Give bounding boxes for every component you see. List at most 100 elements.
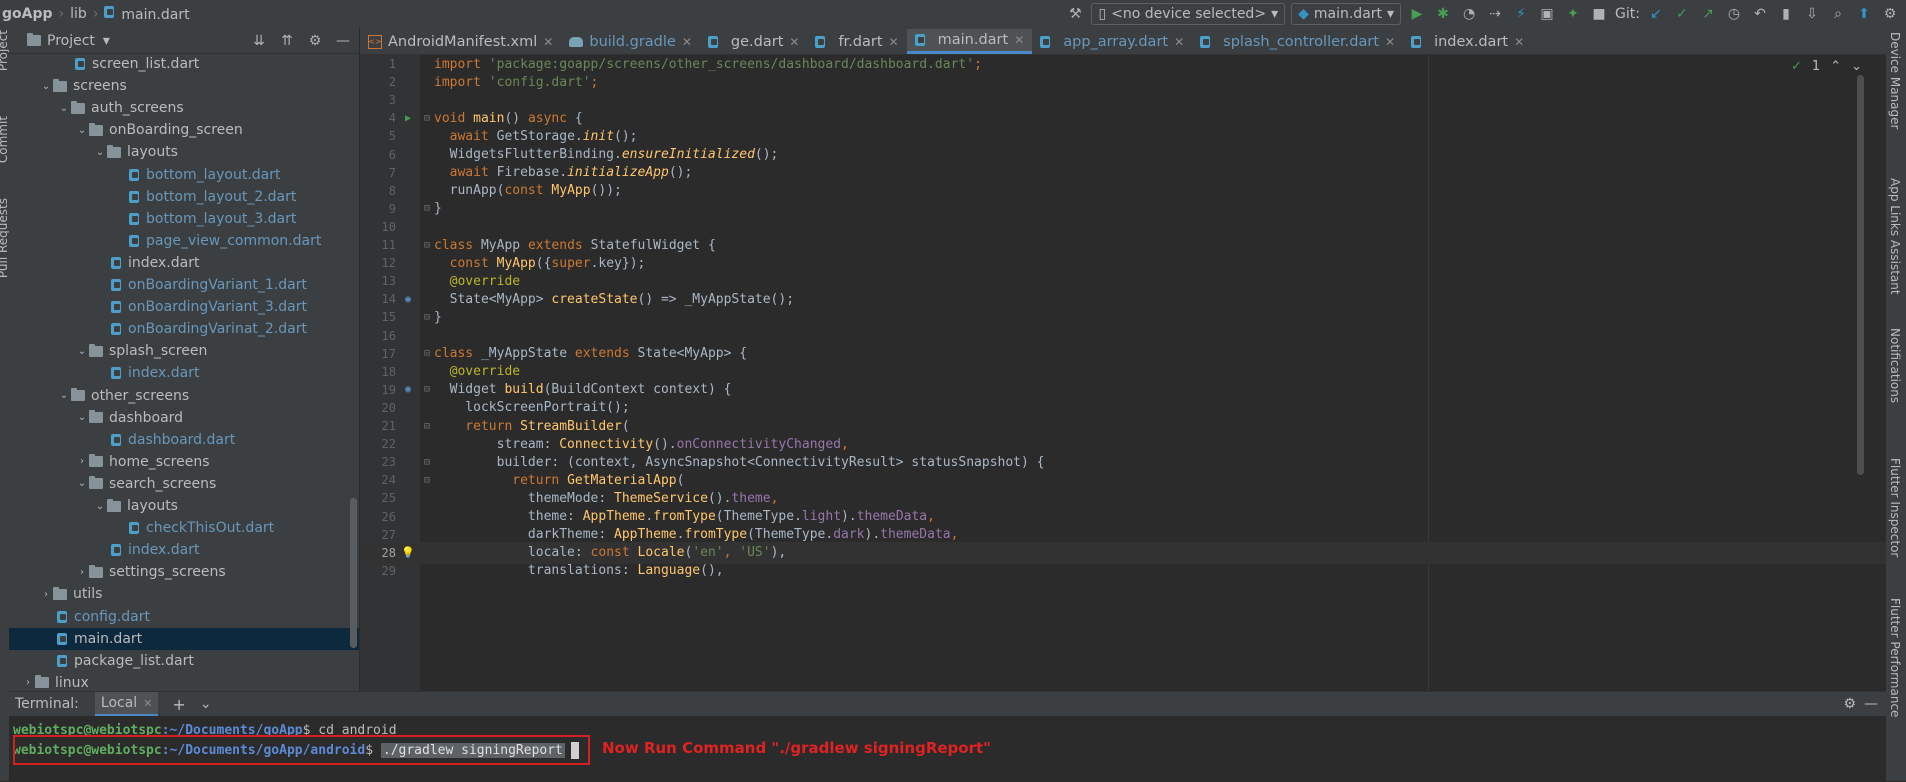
scrollbar[interactable] xyxy=(1857,75,1864,475)
search-icon[interactable]: ⌕ xyxy=(1828,4,1848,24)
tree-file[interactable]: index.dart xyxy=(9,539,359,561)
settings-icon[interactable]: ⚙ xyxy=(1880,4,1900,24)
tree-folder[interactable]: ⌄ search_screens xyxy=(9,473,359,495)
scrollbar[interactable] xyxy=(350,498,357,648)
chevron-down-icon[interactable]: ⌄ xyxy=(1851,59,1862,74)
tree-file[interactable]: onBoardingVarinat_2.dart xyxy=(9,318,359,340)
attach-icon[interactable]: ⇢ xyxy=(1485,4,1505,24)
git-commit-icon[interactable]: ✓ xyxy=(1672,4,1692,24)
gear-icon[interactable]: ⚙ xyxy=(305,31,325,51)
override-gutter-icon[interactable]: ◉ xyxy=(396,384,420,395)
add-icon[interactable]: + xyxy=(172,695,185,714)
close-icon[interactable]: ✕ xyxy=(543,35,553,49)
git-rollback-icon[interactable]: ↶ xyxy=(1750,4,1770,24)
chevron-down-icon[interactable]: ▾ xyxy=(103,33,110,49)
fold-icon[interactable]: ⊟ xyxy=(420,384,434,395)
tree-file[interactable]: bottom_layout_3.dart xyxy=(9,208,359,230)
hot-reload-icon[interactable]: ⚡ xyxy=(1511,4,1531,24)
tree-folder[interactable]: ⌄ onBoarding_screen xyxy=(9,119,359,141)
chevron-down-icon[interactable]: ⌄ xyxy=(57,103,71,114)
tree-file[interactable]: index.dart xyxy=(9,252,359,274)
close-icon[interactable]: ✕ xyxy=(789,35,799,49)
close-icon[interactable]: ✕ xyxy=(1514,35,1524,49)
chevron-down-icon[interactable]: ⌄ xyxy=(200,696,212,712)
tree-file[interactable]: dashboard.dart xyxy=(9,429,359,451)
chevron-down-icon[interactable]: ⌄ xyxy=(75,478,89,489)
build-hammer-icon[interactable]: ⚒ xyxy=(1065,4,1085,24)
chevron-right-icon[interactable]: › xyxy=(75,567,89,578)
tree-folder[interactable]: › linux xyxy=(9,672,359,691)
run-gutter-icon[interactable]: ▶ xyxy=(396,113,420,124)
breadcrumb-file[interactable]: main.dart xyxy=(102,5,191,23)
breadcrumb-folder[interactable]: lib xyxy=(68,6,89,22)
stop-icon[interactable]: ■ xyxy=(1589,4,1609,24)
update-icon[interactable]: ⬆ xyxy=(1854,4,1874,24)
editor-tab[interactable]: index.dart ✕ xyxy=(1403,29,1532,54)
git-update-icon[interactable]: ↙ xyxy=(1646,4,1666,24)
devtools-icon[interactable]: ▣ xyxy=(1537,4,1557,24)
chevron-up-icon[interactable]: ⌃ xyxy=(1830,59,1841,74)
tree-file[interactable]: main.dart xyxy=(9,627,359,650)
close-icon[interactable]: ✕ xyxy=(1174,35,1184,49)
tree-file[interactable]: onBoardingVariant_3.dart xyxy=(9,296,359,318)
chevron-down-icon[interactable]: ⌄ xyxy=(39,81,53,92)
tree-folder[interactable]: ⌄ auth_screens xyxy=(9,97,359,119)
tree-file[interactable]: bottom_layout.dart xyxy=(9,164,359,186)
override-gutter-icon[interactable]: ◉ xyxy=(396,294,420,305)
apply-changes-icon[interactable]: ✦ xyxy=(1563,4,1583,24)
project-view-selector[interactable]: Project xyxy=(47,33,95,49)
close-icon[interactable]: ✕ xyxy=(1014,33,1024,47)
tree-file[interactable]: index.dart xyxy=(9,362,359,384)
sdk-manager-icon[interactable]: ⇩ xyxy=(1802,4,1822,24)
editor-tab[interactable]: fr.dart ✕ xyxy=(807,29,906,54)
inspection-widget[interactable]: ✓ 1 ⌃ ⌄ xyxy=(1791,59,1862,74)
chevron-down-icon[interactable]: ⌄ xyxy=(93,147,107,158)
flutter-performance-tool-tab[interactable]: Flutter Performance xyxy=(1888,598,1902,717)
tree-folder[interactable]: › settings_screens xyxy=(9,561,359,583)
close-icon[interactable]: ✕ xyxy=(143,697,152,710)
expand-all-icon[interactable]: ⇊ xyxy=(249,31,269,51)
collapse-all-icon[interactable]: ⇈ xyxy=(277,31,297,51)
fold-icon[interactable]: ⊟ xyxy=(420,421,434,432)
chevron-right-icon[interactable]: › xyxy=(21,677,35,688)
tree-file[interactable]: checkThisOut.dart xyxy=(9,517,359,539)
gear-icon[interactable]: ⚙ xyxy=(1843,696,1856,712)
tree-folder[interactable]: ⌄ dashboard xyxy=(9,407,359,429)
tree-folder[interactable]: ⌄ other_screens xyxy=(9,385,359,407)
editor-tab[interactable]: ge.dart ✕ xyxy=(700,29,808,54)
chevron-down-icon[interactable]: ⌄ xyxy=(75,412,89,423)
fold-icon[interactable]: ⊟ xyxy=(420,240,434,251)
editor-tab[interactable]: app_array.dart ✕ xyxy=(1032,29,1192,54)
tree-folder[interactable]: ⌄ layouts xyxy=(9,495,359,517)
flutter-inspector-tool-tab[interactable]: Flutter Inspector xyxy=(1888,458,1902,557)
breadcrumb-project[interactable]: goApp xyxy=(0,6,55,22)
terminal-tab-local[interactable]: Local ✕ xyxy=(94,692,159,716)
profile-icon[interactable]: ◔ xyxy=(1459,4,1479,24)
editor-tab[interactable]: splash_controller.dart ✕ xyxy=(1192,29,1403,54)
editor-tab[interactable]: <> AndroidManifest.xml ✕ xyxy=(360,29,561,54)
fold-icon[interactable]: ⊟ xyxy=(420,113,434,124)
chevron-down-icon[interactable]: ⌄ xyxy=(93,501,107,512)
chevron-down-icon[interactable]: ⌄ xyxy=(57,390,71,401)
code-line[interactable]: 29 translations: Language(), xyxy=(360,560,1886,582)
run-config-selector[interactable]: ◆ main.dart ▾ xyxy=(1291,3,1402,25)
close-icon[interactable]: ✕ xyxy=(682,35,692,49)
tree-folder[interactable]: ⌄ layouts xyxy=(9,141,359,163)
editor-tab[interactable]: build.gradle ✕ xyxy=(561,29,700,54)
tree-file[interactable]: package_list.dart xyxy=(9,650,359,672)
editor-tab[interactable]: main.dart ✕ xyxy=(906,29,1033,54)
git-history-icon[interactable]: ◷ xyxy=(1724,4,1744,24)
chevron-down-icon[interactable]: ⌄ xyxy=(75,346,89,357)
hide-icon[interactable]: — xyxy=(333,31,353,51)
tree-file[interactable]: screen_list.dart xyxy=(9,53,359,75)
tree-file[interactable]: bottom_layout_2.dart xyxy=(9,186,359,208)
app-links-assistant-tool-tab[interactable]: App Links Assistant xyxy=(1888,178,1902,295)
chevron-down-icon[interactable]: ⌄ xyxy=(75,125,89,136)
device-manager-tool-tab[interactable]: Device Manager xyxy=(1888,32,1902,129)
tree-folder[interactable]: ⌄ splash_screen xyxy=(9,340,359,362)
tree-file[interactable]: onBoardingVariant_1.dart xyxy=(9,274,359,296)
fold-icon[interactable]: ⊟ xyxy=(420,312,434,323)
hide-icon[interactable]: — xyxy=(1864,696,1878,712)
device-manager-icon[interactable]: ▮ xyxy=(1776,4,1796,24)
lightbulb-icon[interactable]: 💡 xyxy=(396,546,420,559)
